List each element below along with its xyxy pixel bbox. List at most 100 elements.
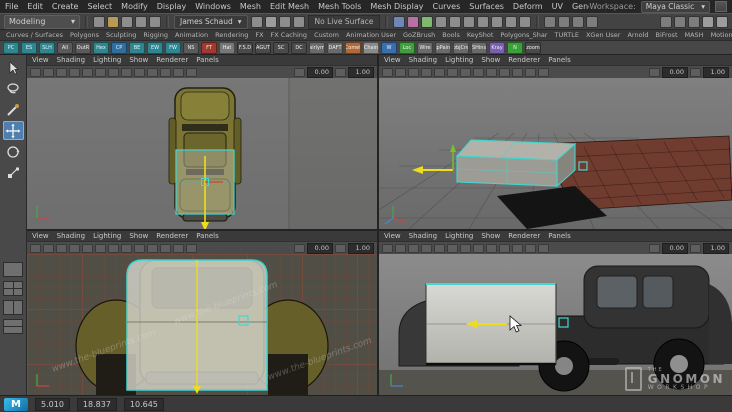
layout-single-pane-button[interactable] (3, 262, 23, 277)
panel-menu-item[interactable]: View (384, 56, 401, 64)
open-scene-icon[interactable] (107, 15, 119, 28)
exposure-field[interactable]: 0.00 (307, 66, 333, 78)
panel-menu-item[interactable]: Show (129, 232, 148, 240)
ipr-render-icon[interactable] (558, 15, 571, 28)
panel-menu-item[interactable]: Show (129, 56, 148, 64)
panel-menu-item[interactable]: Renderer (508, 56, 540, 64)
panel-menu-item[interactable]: Shading (409, 232, 437, 240)
shelf-tab[interactable]: Sculpting (106, 31, 136, 39)
exposure-icon[interactable] (649, 67, 660, 77)
shelf-tab[interactable]: Motion Graphics (711, 31, 732, 39)
highlight-selection-icon[interactable] (292, 15, 305, 28)
wireframe-icon[interactable] (160, 243, 171, 253)
gamma-field[interactable]: 1.00 (348, 66, 374, 78)
shelf-icon[interactable]: DAFT (327, 41, 343, 54)
shelf-tab[interactable]: TURTLE (554, 31, 578, 39)
shelf-icon[interactable]: W (381, 41, 397, 54)
menu-item[interactable]: Edit Mesh (270, 2, 309, 11)
shelf-icon[interactable]: ES (21, 41, 37, 54)
grease-pencil-icon[interactable] (95, 243, 106, 253)
gate-mask-icon[interactable] (147, 243, 158, 253)
shelf-icon[interactable]: airlym (309, 41, 325, 54)
panel-menu-item[interactable]: Show (481, 56, 500, 64)
shelf-icon[interactable]: zoom (525, 41, 541, 54)
shelf-tab[interactable]: Rendering (215, 31, 248, 39)
camera-icon[interactable] (382, 67, 393, 77)
hypershade-icon[interactable] (586, 15, 599, 28)
move-tool-icon[interactable] (2, 121, 24, 140)
wireframe-icon[interactable] (160, 67, 171, 77)
menu-set-selector[interactable]: Modeling ▾ (4, 14, 80, 29)
menu-item[interactable]: Modify (121, 2, 148, 11)
shelf-icon[interactable]: Hex (93, 41, 109, 54)
shelf-icon[interactable]: Wire (417, 41, 433, 54)
panel-menu-item[interactable]: Shading (57, 56, 85, 64)
shelf-icon[interactable]: All (57, 41, 73, 54)
panel-menu-item[interactable]: Renderer (156, 56, 188, 64)
menu-item[interactable]: UV (552, 2, 563, 11)
shelf-icon[interactable]: EW (147, 41, 163, 54)
menu-item[interactable]: Mesh Display (370, 2, 423, 11)
shelf-tab[interactable]: Bools (442, 31, 460, 39)
shelf-tab[interactable]: MASH (685, 31, 704, 39)
shelf-tab[interactable]: Animation (175, 31, 208, 39)
exposure-icon[interactable] (294, 67, 305, 77)
gamma-icon[interactable] (335, 67, 346, 77)
lasso-tool-icon[interactable] (3, 79, 24, 98)
shelf-icon[interactable]: OutR (75, 41, 91, 54)
menu-item[interactable]: Select (87, 2, 112, 11)
input-connections-icon[interactable] (463, 15, 476, 28)
pan-zoom-icon[interactable] (434, 67, 445, 77)
camera-icon[interactable] (30, 67, 41, 77)
render-icon[interactable] (544, 15, 557, 28)
workspace-tool-icon-2[interactable] (674, 15, 686, 28)
symmetry-icon[interactable] (519, 15, 532, 28)
pane-vertical-divider[interactable] (377, 55, 379, 395)
shelf-icon[interactable]: F.S.D (237, 41, 253, 54)
gate-mask-icon[interactable] (499, 67, 510, 77)
wireframe-icon[interactable] (512, 67, 523, 77)
menu-item[interactable]: Surfaces (469, 2, 504, 11)
shelf-icon[interactable]: CP (111, 41, 127, 54)
menu-item[interactable]: File (5, 2, 18, 11)
panel-menu-item[interactable]: Panels (196, 232, 219, 240)
undo-icon[interactable] (135, 15, 147, 28)
shaded-icon[interactable] (525, 67, 536, 77)
snap-to-grid-icon[interactable] (393, 15, 406, 28)
snap-to-curve-icon[interactable] (407, 15, 420, 28)
shelf-icon[interactable]: Loc (399, 41, 415, 54)
gamma-icon[interactable] (335, 243, 346, 253)
pan-zoom-icon[interactable] (434, 243, 445, 253)
extruded-box[interactable] (455, 139, 577, 188)
select-by-object-icon[interactable] (264, 15, 277, 28)
res-gate-icon[interactable] (134, 243, 145, 253)
viewport-canvas-front[interactable]: www.the-blueprints.com www.the-blueprint… (27, 254, 377, 395)
make-live-icon[interactable] (449, 15, 462, 28)
menu-item[interactable]: Mesh Tools (318, 2, 361, 11)
panel-menu-item[interactable]: Renderer (156, 232, 188, 240)
shaded-icon[interactable] (173, 243, 184, 253)
shelf-icon[interactable]: Comet (345, 41, 361, 54)
bookmark-icon[interactable] (56, 67, 67, 77)
shelf-icon[interactable]: NS (183, 41, 199, 54)
textured-icon[interactable] (186, 67, 197, 77)
shelf-tab[interactable]: Polygons (70, 31, 99, 39)
shelf-tab[interactable]: Rigging (143, 31, 168, 39)
menu-item[interactable]: Create (52, 2, 79, 11)
grease-pencil-icon[interactable] (95, 67, 106, 77)
exposure-field[interactable]: 0.00 (307, 242, 333, 254)
gamma-field[interactable]: 1.00 (703, 66, 729, 78)
shelf-icon[interactable]: FT (201, 41, 217, 54)
shelf-tab[interactable]: Animation User (346, 31, 396, 39)
gate-mask-icon[interactable] (499, 243, 510, 253)
menu-item[interactable]: Deform (513, 2, 543, 11)
shelf-icon[interactable]: PC (3, 41, 19, 54)
layout-four-pane-button[interactable] (3, 281, 23, 296)
gamma-icon[interactable] (690, 243, 701, 253)
shelf-icon[interactable]: N (507, 41, 523, 54)
shelf-icon[interactable]: SC (273, 41, 289, 54)
grid-icon[interactable] (108, 67, 119, 77)
bookmark-icon[interactable] (56, 243, 67, 253)
grease-pencil-icon[interactable] (447, 243, 458, 253)
panel-menu-item[interactable]: Renderer (508, 232, 540, 240)
